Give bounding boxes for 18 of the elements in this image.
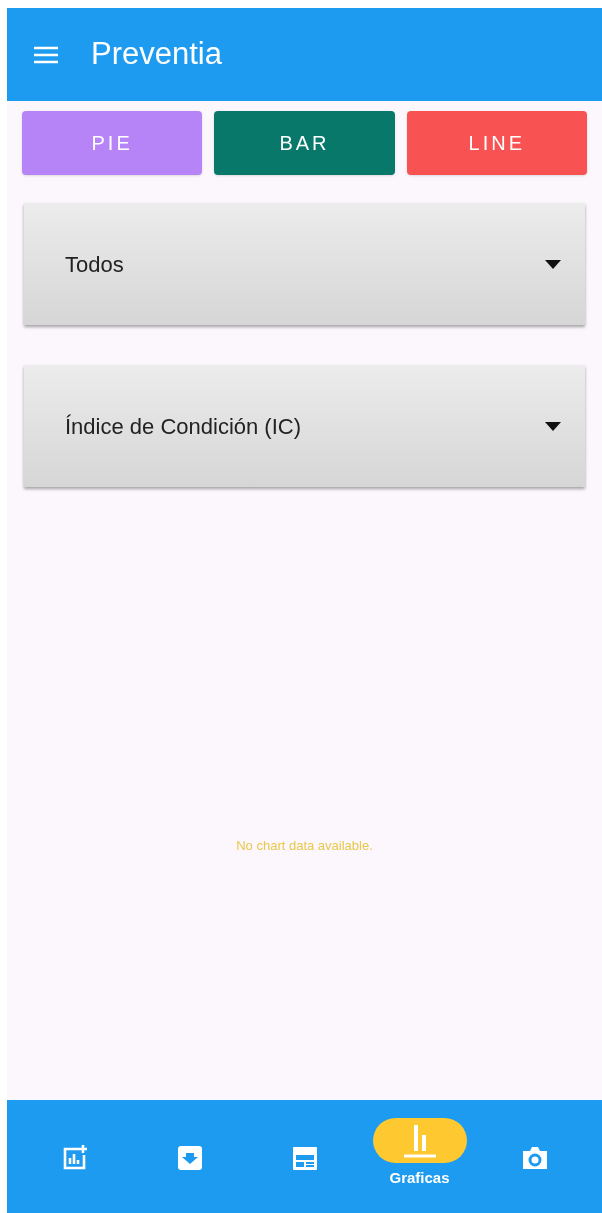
chart-add-icon: [61, 1144, 88, 1171]
nav-item[interactable]: [372, 1118, 467, 1163]
dropdown-arrow-icon: [545, 259, 561, 269]
chart-type-button[interactable]: BAR: [214, 111, 395, 175]
empty-message: No chart data available.: [236, 836, 373, 855]
dropdown-arrow-icon: [545, 421, 561, 431]
camera-icon: [520, 1144, 549, 1171]
dropdown-value: Índice de Condición (IC): [65, 412, 301, 441]
dropdown[interactable]: Todos: [24, 203, 585, 325]
download-tray-icon: [176, 1144, 203, 1171]
dropdown[interactable]: Índice de Condición (IC): [24, 365, 585, 487]
nav-label[interactable]: Graficas: [389, 1167, 450, 1190]
table-icon: [291, 1144, 318, 1171]
app-title: Preventia: [91, 35, 222, 74]
menu-icon[interactable]: [34, 45, 58, 64]
dropdown-value: Todos: [65, 250, 124, 279]
chart-type-button[interactable]: LINE: [406, 111, 587, 175]
chart-type-button[interactable]: PIE: [22, 111, 203, 175]
